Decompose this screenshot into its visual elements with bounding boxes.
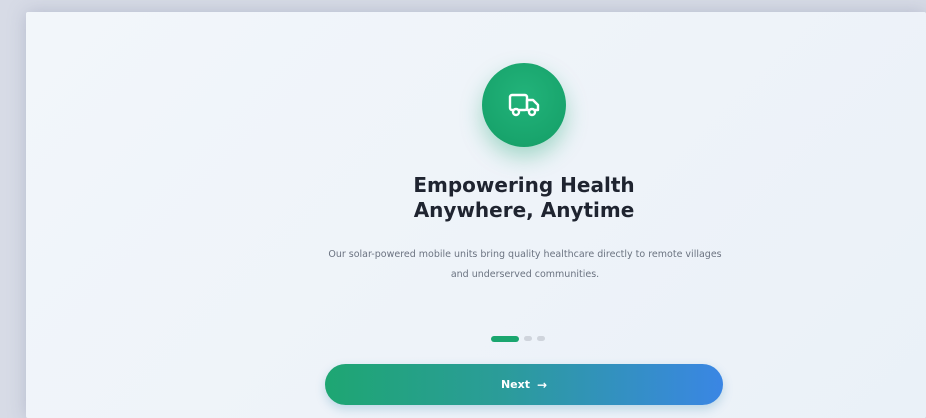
pagination-dot-3[interactable] [537, 336, 545, 341]
hero-icon-badge [469, 63, 579, 147]
arrow-right-icon: → [536, 377, 548, 392]
onboarding-title: Empowering Health Anywhere, Anytime [300, 173, 748, 223]
icon-circle [482, 63, 566, 147]
truck-icon [508, 93, 540, 117]
next-button[interactable]: Next → [325, 364, 723, 405]
pagination-dot-2[interactable] [524, 336, 532, 341]
title-line-1: Empowering Health [413, 173, 635, 197]
pagination-dots [491, 335, 545, 342]
onboarding-description: Our solar-powered mobile units bring qua… [328, 249, 722, 280]
pagination-dot-1-active[interactable] [491, 335, 519, 342]
title-line-2: Anywhere, Anytime [413, 198, 635, 222]
next-button-label: Next [500, 378, 530, 391]
